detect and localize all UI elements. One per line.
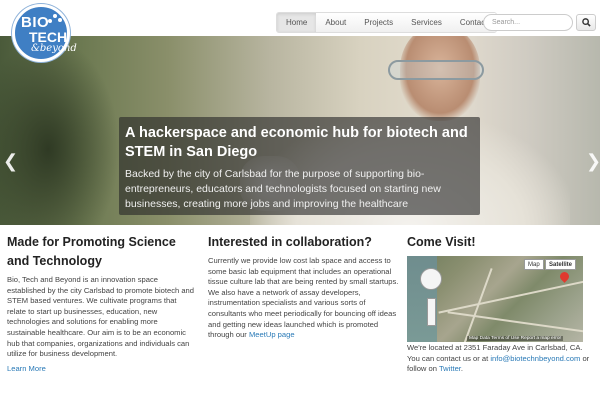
column-collaboration: Interested in collaboration? Currently w…	[208, 233, 400, 341]
column-heading: Come Visit!	[407, 235, 476, 249]
carousel-next-icon[interactable]: ❯	[586, 151, 600, 172]
twitter-link[interactable]: Twitter	[439, 364, 461, 373]
column-heading: Made for Promoting Science and Technolog…	[7, 235, 176, 268]
logo-text-bio: BIO	[21, 14, 50, 31]
search-input[interactable]: Search...	[483, 14, 573, 31]
map-type-map-button[interactable]: Map	[524, 259, 544, 270]
map-zoom-control[interactable]	[427, 298, 436, 326]
search-icon	[582, 18, 591, 27]
email-link[interactable]: info@biotechnbeyond.com	[490, 354, 580, 363]
hero-text: Backed by the city of Carlsbad for the p…	[125, 168, 441, 210]
search-button[interactable]	[576, 14, 596, 31]
nav-projects[interactable]: Projects	[355, 13, 403, 32]
nav-about[interactable]: About	[316, 13, 356, 32]
period-text: .	[460, 364, 464, 374]
learn-more-link[interactable]: Learn More	[7, 364, 197, 373]
map-footer: Map Data Terms of Use Report a map error	[467, 336, 564, 341]
column-body: Currently we provide low cost lab space …	[208, 256, 400, 341]
hero-title: A hackerspace and economic hub for biote…	[125, 125, 468, 160]
column-body: Bio, Tech and Beyond is an innovation sp…	[7, 275, 194, 359]
column-heading: Interested in collaboration?	[208, 235, 372, 249]
column-visit: Come Visit! Map Satellite Map Data Terms…	[407, 233, 595, 375]
carousel-prev-icon[interactable]: ❮	[3, 151, 18, 172]
map-road	[438, 280, 583, 314]
map-pan-control[interactable]	[420, 268, 442, 290]
hero-image-shadow	[0, 36, 120, 225]
hero-carousel: ❮ ❯ A hackerspace and economic hub for b…	[0, 36, 600, 225]
map-marker-icon[interactable]	[558, 270, 571, 283]
hero-image-goggles	[388, 60, 484, 80]
site-logo[interactable]: BIO TECH &beyond	[12, 4, 77, 62]
logo-molecule-icon	[48, 13, 62, 27]
nav-home[interactable]: Home	[277, 13, 317, 32]
site-header: Home About Projects Services Contact Sea…	[0, 0, 600, 36]
address-text: We're located at 2351 Faraday Ave in Car…	[407, 343, 595, 375]
meetup-link[interactable]: MeetUp page	[249, 330, 295, 339]
nav-services[interactable]: Services	[402, 13, 451, 32]
column-promoting: Made for Promoting Science and Technolog…	[7, 233, 197, 373]
map-type-satellite-button[interactable]: Satellite	[545, 259, 577, 270]
hero-caption: A hackerspace and economic hub for biote…	[119, 117, 480, 215]
logo-text-tech: TECH	[29, 29, 68, 45]
logo-text-beyond: &beyond	[31, 43, 77, 54]
main-nav: Home About Projects Services Contact	[276, 12, 498, 33]
location-map[interactable]: Map Satellite Map Data Terms of Use Repo…	[407, 256, 583, 342]
collab-text: Currently we provide low cost lab space …	[208, 256, 399, 340]
